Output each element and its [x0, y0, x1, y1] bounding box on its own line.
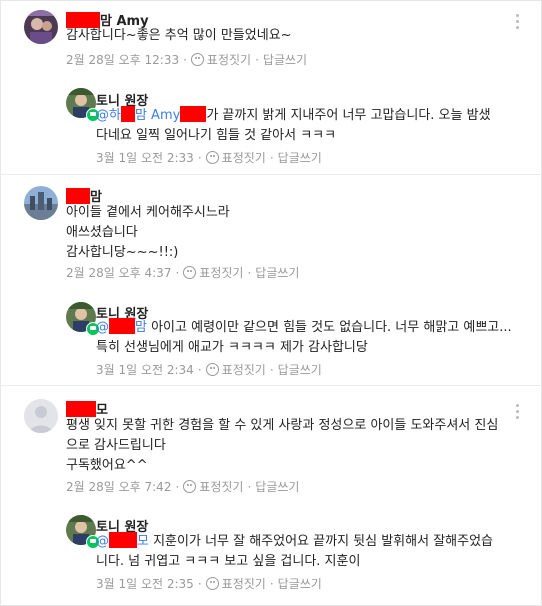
emoji-button[interactable]: 표정짓기: [199, 264, 243, 281]
comment-line: 감사합니다~좋은 추억 많이 만들었네요~: [66, 28, 292, 43]
comment-meta: 2월 28일 오후 12:33 · 표정짓기 · 답글쓰기: [66, 51, 307, 68]
reply-line: 다네요 일찍 일어나기 힘들 것 같아서 ㅋㅋㅋ: [96, 128, 337, 143]
reply-button[interactable]: 답글쓰기: [263, 51, 307, 68]
reply-date: 3월 1일 오전 2:34: [96, 363, 194, 377]
smile-icon[interactable]: [190, 53, 204, 66]
comment-line: 구독했어요^^: [66, 458, 148, 473]
redaction-block: [66, 188, 90, 204]
separator: ·: [197, 150, 202, 165]
separator: ·: [269, 576, 274, 591]
reply-button[interactable]: 답글쓰기: [278, 149, 322, 166]
reply-button[interactable]: 답글쓰기: [255, 478, 299, 495]
emoji-button[interactable]: 표정짓기: [207, 51, 251, 68]
separator: ·: [197, 362, 202, 377]
reply-text: @하 맘 Amy 가 끝까지 밝게 지내주어 너무 고맙습니다. 오늘 밤샜 다네요…: [96, 106, 491, 146]
separator: ·: [175, 479, 180, 494]
more-icon[interactable]: [516, 14, 520, 32]
user-avatar[interactable]: [24, 186, 58, 220]
reply-button[interactable]: 답글쓰기: [255, 264, 299, 281]
user-avatar[interactable]: [24, 399, 58, 433]
reply-text: @ 맘 아이고 예령이만 같으면 힘들 것도 없습니다. 너무 해맑고 예쁘고..…: [96, 318, 512, 358]
reply-meta: 3월 1일 오전 2:34 · 표정짓기 · 답글쓰기: [96, 361, 322, 378]
comment-line: 감사합니당~~~!!:): [66, 245, 179, 260]
separator: ·: [247, 265, 252, 280]
comment-text: 평생 잊지 못할 귀한 경험을 할 수 있게 사랑과 정성으로 아이들 도와주셔…: [66, 416, 498, 476]
separator: ·: [197, 576, 202, 591]
reply-date: 3월 1일 오전 2:33: [96, 151, 194, 165]
comment-meta: 2월 28일 오후 4:37 · 표정짓기 · 답글쓰기: [66, 264, 299, 281]
user-avatar[interactable]: [24, 10, 58, 44]
reply-meta: 3월 1일 오전 2:35 · 표정짓기 · 답글쓰기: [96, 575, 322, 592]
comment-date: 2월 28일 오후 12:33: [66, 53, 180, 67]
reply-meta: 3월 1일 오전 2:33 · 표정짓기 · 답글쓰기: [96, 149, 322, 166]
more-icon[interactable]: [516, 404, 520, 422]
smile-icon[interactable]: [205, 363, 219, 376]
comment-text: 아이들 곁에서 케어해주시느라 애쓰셨습니다 감사합니당~~~!!:): [66, 203, 230, 263]
redaction-block: [180, 106, 207, 122]
separator: ·: [269, 362, 274, 377]
reply-text: @ 모 지훈이가 너무 잘 해주었어요 끝까지 뒷심 발휘해서 잘해주었습 니다.…: [96, 532, 493, 572]
comment-line: 아이들 곁에서 케어해주시느라: [66, 205, 230, 220]
redaction-block: [120, 106, 135, 122]
mention-link[interactable]: @하 맘 Amy: [96, 106, 207, 123]
emoji-button[interactable]: 표정짓기: [222, 361, 266, 378]
comment-line: 평생 잊지 못할 귀한 경험을 할 수 있게 사랑과 정성으로 아이들 도와주셔…: [66, 418, 499, 433]
smile-icon[interactable]: [205, 151, 219, 164]
comment-divider: [0, 385, 542, 386]
redaction-block: [109, 532, 137, 548]
separator: ·: [255, 52, 259, 67]
comment-text: 감사합니다~좋은 추억 많이 만들었네요~: [66, 26, 292, 46]
comment-date: 2월 28일 오후 4:37: [66, 266, 172, 280]
smile-icon[interactable]: [183, 480, 197, 493]
smile-icon[interactable]: [205, 577, 219, 590]
comment-line: 애쓰셨습니다: [66, 225, 138, 240]
mention-link[interactable]: @ 모: [96, 532, 149, 549]
comment-date: 2월 28일 오후 7:42: [66, 480, 172, 494]
emoji-button[interactable]: 표정짓기: [222, 575, 266, 592]
emoji-button[interactable]: 표정짓기: [222, 149, 266, 166]
reply-button[interactable]: 답글쓰기: [278, 361, 322, 378]
reply-line: 특히 선생님에게 애교가 ㅋㅋㅋㅋ 제가 감사합니당: [96, 340, 368, 355]
separator: ·: [247, 479, 252, 494]
reply-line: @ 맘 아이고 예령이만 같으면 힘들 것도 없습니다. 너무 해맑고 예쁘고..…: [96, 318, 512, 335]
comment-meta: 2월 28일 오후 7:42 · 표정짓기 · 답글쓰기: [66, 478, 299, 495]
reply-line: @하 맘 Amy 가 끝까지 밝게 지내주어 너무 고맙습니다. 오늘 밤샜: [96, 106, 491, 123]
comment-line: 으로 감사드립니다: [66, 438, 166, 453]
reply-button[interactable]: 답글쓰기: [278, 575, 322, 592]
mention-link[interactable]: @ 맘: [96, 318, 147, 335]
redaction-block: [66, 401, 96, 417]
reply-line: 니다. 넘 귀엽고 ㅋㅋㅋ 보고 싶을 겁니다. 지훈이: [96, 554, 361, 569]
separator: ·: [175, 265, 180, 280]
comment-divider: [0, 174, 542, 175]
redaction-block: [109, 318, 135, 334]
separator: ·: [183, 52, 187, 67]
reply-date: 3월 1일 오전 2:35: [96, 577, 194, 591]
emoji-button[interactable]: 표정짓기: [199, 478, 243, 495]
reply-line: @ 모 지훈이가 너무 잘 해주었어요 끝까지 뒷심 발휘해서 잘해주었습: [96, 532, 493, 549]
separator: ·: [269, 150, 274, 165]
smile-icon[interactable]: [183, 266, 197, 279]
